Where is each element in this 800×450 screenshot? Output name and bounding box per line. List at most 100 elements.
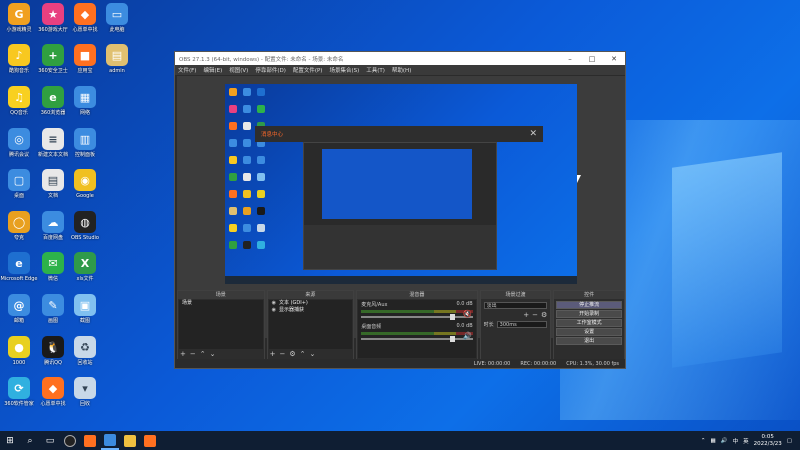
- network-icon[interactable]: ▦: [711, 438, 716, 444]
- studio-mode-button[interactable]: 工作室模式: [556, 319, 622, 327]
- desktop-shortcut[interactable]: ✉ 微信: [36, 252, 70, 282]
- move-down-icon[interactable]: ⌄: [210, 350, 216, 358]
- desktop-shortcut[interactable]: ▤ admin: [100, 44, 134, 74]
- desktop-shortcut[interactable]: ▥ 控制面板: [68, 128, 102, 158]
- app-store-icon: [84, 434, 96, 447]
- taskbar-app-store[interactable]: [81, 432, 99, 450]
- add-icon[interactable]: +: [180, 350, 186, 358]
- gear-icon[interactable]: ⚙: [541, 311, 547, 319]
- remove-icon[interactable]: −: [190, 350, 196, 358]
- desktop-shortcut[interactable]: ◆ 心愿单中找: [68, 3, 102, 33]
- move-up-icon[interactable]: ⌃: [200, 350, 206, 358]
- volume-slider[interactable]: [361, 336, 473, 342]
- menu-edit[interactable]: 编辑(E): [203, 66, 222, 74]
- nested-shortcut-icon: [243, 173, 251, 181]
- desktop-shortcut[interactable]: ◉ Google: [68, 169, 102, 199]
- notification-icon[interactable]: ▢: [787, 438, 792, 444]
- scenes-list[interactable]: 场景: [179, 300, 263, 349]
- obs-titlebar[interactable]: OBS 27.1.3 (64-bit, windows) - 配置文件: 未命名…: [175, 52, 625, 65]
- speaker-icon[interactable]: 🔊: [721, 438, 728, 444]
- desktop-shortcut[interactable]: ◎ 腾讯会议: [2, 128, 36, 158]
- desktop-shortcut[interactable]: ▤ 文档: [36, 169, 70, 199]
- menu-docks[interactable]: 停靠部件(D): [255, 66, 286, 74]
- start-button[interactable]: ⊞: [0, 431, 20, 450]
- menu-file[interactable]: 文件(F): [178, 66, 196, 74]
- exit-button[interactable]: 退出: [556, 337, 622, 345]
- move-up-icon[interactable]: ⌃: [300, 350, 306, 358]
- desktop-shortcut[interactable]: ▭ 此电脑: [100, 3, 134, 33]
- maximize-icon[interactable]: □: [581, 55, 603, 63]
- shortcut-label: 心愿单中找: [72, 27, 98, 33]
- source-item[interactable]: ◉ 文本 (GDI+): [269, 300, 353, 307]
- desktop-shortcut[interactable]: ☁ 百度网盘: [36, 211, 70, 241]
- desktop-shortcut[interactable]: ♪ 酷狗音乐: [2, 44, 36, 74]
- transition-select[interactable]: 淡出: [483, 302, 548, 309]
- desktop-shortcut[interactable]: ■ 应用宝: [68, 44, 102, 74]
- desktop-shortcut[interactable]: ● 1000: [2, 336, 36, 366]
- speaker-icon[interactable]: 🔊: [463, 332, 472, 340]
- desktop-shortcut[interactable]: ▢ 桌面: [2, 169, 36, 199]
- slider-handle[interactable]: [450, 336, 456, 342]
- volume-meter: [361, 310, 473, 313]
- eye-icon[interactable]: ◉: [272, 307, 276, 313]
- desktop-shortcut[interactable]: ♫ QQ音乐: [2, 86, 36, 116]
- slider-handle[interactable]: [450, 314, 456, 320]
- gear-icon[interactable]: ⚙: [289, 350, 295, 358]
- taskbar-app-obs[interactable]: [61, 432, 79, 450]
- sources-header: 来源: [267, 291, 354, 299]
- volume-slider[interactable]: [361, 314, 473, 320]
- search-icon[interactable]: ⌕: [20, 431, 40, 450]
- close-icon[interactable]: ✕: [603, 55, 625, 63]
- add-icon[interactable]: +: [270, 350, 276, 358]
- desktop-shortcut[interactable]: +360安全卫士: [36, 44, 70, 74]
- stop-streaming-button[interactable]: 停止推流: [556, 301, 622, 309]
- remove-icon[interactable]: −: [279, 350, 285, 358]
- shortcut-label: 回收站: [77, 360, 93, 366]
- desktop-shortcut[interactable]: ▣ 截图: [68, 294, 102, 324]
- desktop-shortcut[interactable]: 🐧 腾讯QQ: [36, 336, 70, 366]
- duration-input[interactable]: 300ms: [496, 321, 548, 328]
- remove-icon[interactable]: −: [532, 311, 538, 319]
- desktop-shortcut[interactable]: ▦ 网络: [68, 86, 102, 116]
- menu-tools[interactable]: 工具(T): [366, 66, 385, 74]
- desktop-shortcut[interactable]: ✎ 画图: [36, 294, 70, 324]
- desktop-shortcut[interactable]: ★ 360游戏大厅: [36, 3, 70, 33]
- language-indicator[interactable]: 英: [743, 437, 749, 445]
- ime-indicator[interactable]: 中: [733, 437, 739, 445]
- taskbar-app-tool[interactable]: [141, 432, 159, 450]
- desktop-shortcut[interactable]: ⟳ 360软件管家: [2, 377, 36, 407]
- sources-list[interactable]: ◉ 文本 (GDI+) ◉ 显示器捕获: [268, 300, 353, 349]
- desktop-shortcut[interactable]: G 小游戏精灵: [2, 3, 36, 33]
- desktop-shortcut[interactable]: e 360浏览器: [36, 86, 70, 116]
- shortcut-label: OBS Studio: [71, 235, 99, 241]
- minimize-icon[interactable]: –: [559, 55, 581, 63]
- desktop-shortcut[interactable]: ◯ 夸克: [2, 211, 36, 241]
- desktop-shortcut[interactable]: ▾ 回收: [68, 377, 102, 407]
- move-down-icon[interactable]: ⌄: [310, 350, 316, 358]
- menu-help[interactable]: 帮助(H): [392, 66, 411, 74]
- task-view-icon[interactable]: ▭: [40, 431, 60, 450]
- desktop-shortcut[interactable]: ◆ 心愿单中找: [36, 377, 70, 407]
- desktop-shortcut[interactable]: ◍ OBS Studio: [68, 211, 102, 241]
- start-recording-button[interactable]: 开始录制: [556, 310, 622, 318]
- add-icon[interactable]: +: [523, 311, 529, 319]
- menu-view[interactable]: 视图(V): [229, 66, 248, 74]
- source-item[interactable]: ◉ 显示器捕获: [269, 307, 353, 314]
- chevron-up-icon[interactable]: ⌃: [701, 438, 706, 444]
- desktop-shortcut[interactable]: @ 邮箱: [2, 294, 36, 324]
- menu-profile[interactable]: 配置文件(P): [293, 66, 323, 74]
- settings-button[interactable]: 设置: [556, 328, 622, 336]
- eye-icon[interactable]: ◉: [272, 300, 276, 306]
- scene-item[interactable]: 场景: [179, 300, 263, 307]
- desktop-shortcut[interactable]: ≡ 新建文本文档: [36, 128, 70, 158]
- desktop-shortcut[interactable]: e Microsoft Edge: [1, 252, 37, 282]
- taskbar-app-windows[interactable]: [101, 432, 119, 450]
- speaker-muted-icon[interactable]: 🔇: [463, 310, 472, 318]
- menu-scene-collection[interactable]: 场景集合(S): [329, 66, 359, 74]
- desktop-shortcut[interactable]: ♻ 回收站: [68, 336, 102, 366]
- preview-canvas[interactable]: 消息中心 ✕: [225, 84, 577, 284]
- obs-window[interactable]: OBS 27.1.3 (64-bit, windows) - 配置文件: 未命名…: [174, 51, 626, 369]
- taskbar-app-folder[interactable]: [121, 432, 139, 450]
- desktop-shortcut[interactable]: Xxls文件: [68, 252, 102, 282]
- clock[interactable]: 0:05 2022/3/23: [754, 434, 782, 448]
